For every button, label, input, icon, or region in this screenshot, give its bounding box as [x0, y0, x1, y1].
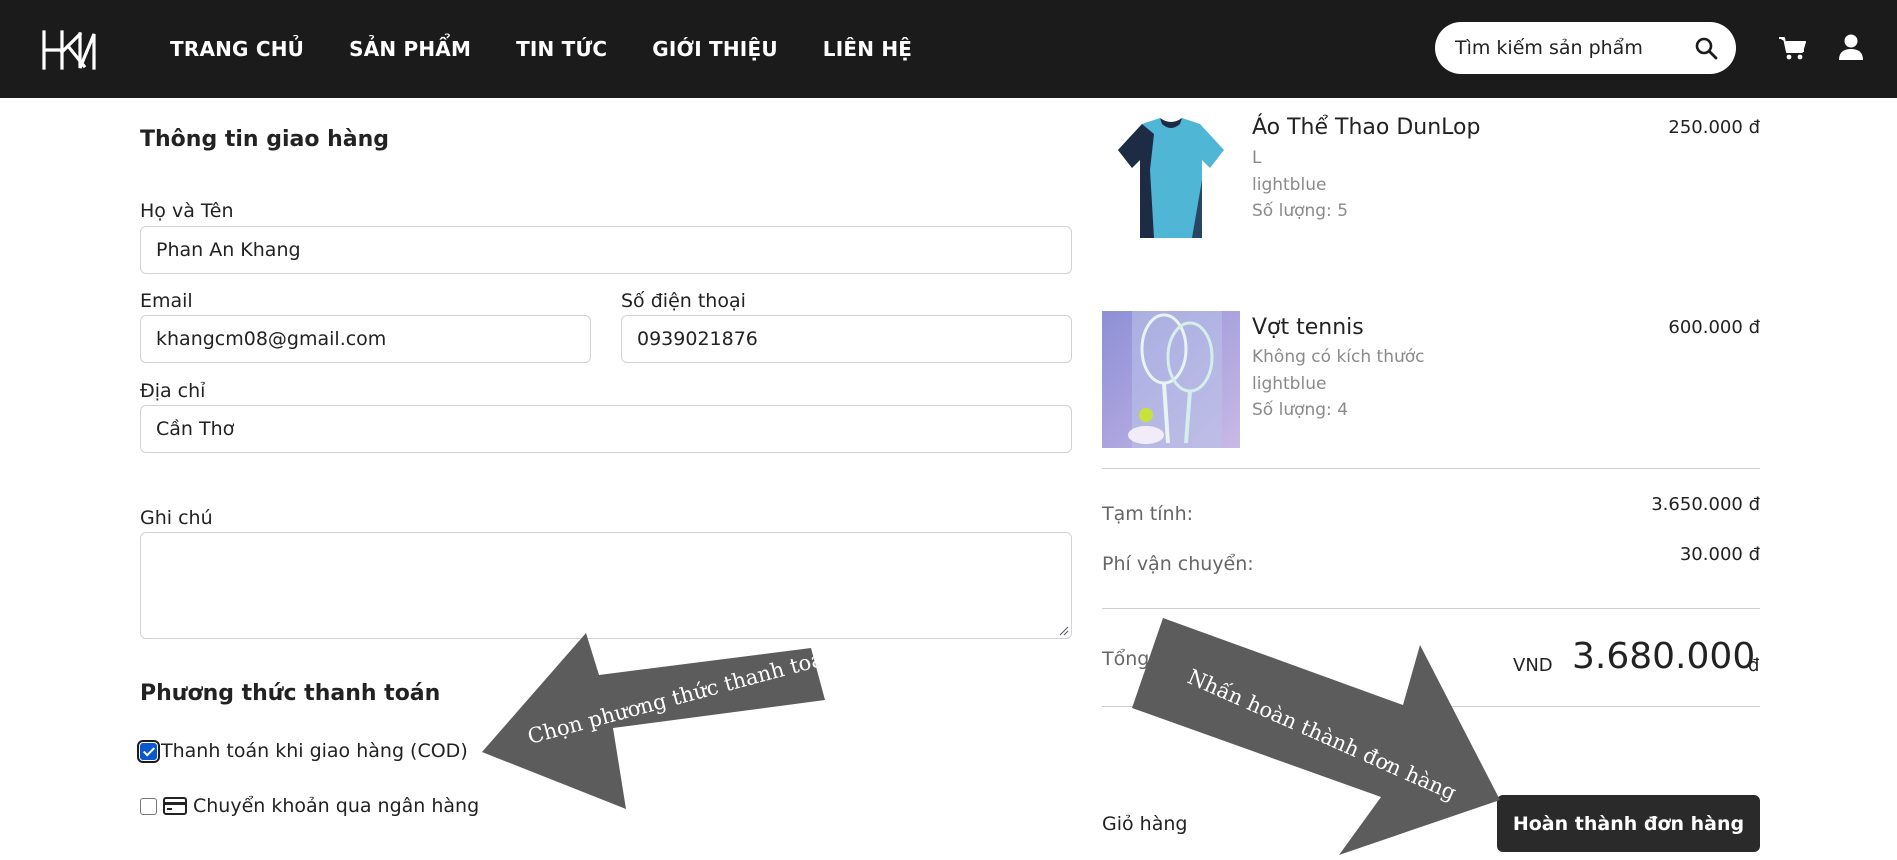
cod-checkbox[interactable] [137, 739, 160, 763]
note-label: Ghi chú [140, 507, 213, 529]
product-price: 600.000 đ [1668, 317, 1760, 338]
total-suffix: đ [1748, 655, 1760, 676]
shipping-title: Thông tin giao hàng [140, 127, 390, 152]
complete-order-button[interactable]: Hoàn thành đơn hàng [1497, 795, 1760, 852]
search-icon[interactable] [1694, 36, 1718, 60]
phone-input[interactable] [637, 328, 1056, 350]
shipping-fee-value: 30.000 đ [1679, 544, 1760, 565]
subtotal-label: Tạm tính: [1102, 503, 1194, 525]
product-price: 250.000 đ [1668, 117, 1760, 138]
divider [1102, 468, 1760, 469]
name-label: Họ và Tên [140, 200, 234, 222]
cod-label: Thanh toán khi giao hàng (COD) [161, 740, 468, 762]
nav-products[interactable]: SẢN PHẨM [349, 37, 471, 61]
resize-handle-icon[interactable] [1059, 626, 1069, 636]
payment-title: Phương thức thanh toán [140, 681, 441, 706]
credit-card-icon [163, 797, 187, 815]
shipping-fee-label: Phí vận chuyển: [1102, 553, 1254, 575]
address-input[interactable] [156, 418, 1056, 440]
cart-icon[interactable] [1778, 35, 1806, 61]
main-nav: TRANG CHỦ SẢN PHẨM TIN TỨC GIỚI THIỆU LI… [170, 0, 957, 98]
note-textarea[interactable] [140, 532, 1072, 639]
product-size: Không có kích thước [1252, 347, 1425, 367]
nav-about[interactable]: GIỚI THIỆU [652, 37, 777, 61]
total-value: 3.680.000 [1572, 636, 1756, 677]
product-size: L [1252, 148, 1262, 168]
name-input[interactable] [156, 239, 1056, 261]
email-input[interactable] [156, 328, 575, 350]
top-navbar: TRANG CHỦ SẢN PHẨM TIN TỨC GIỚI THIỆU LI… [0, 0, 1897, 98]
bank-checkbox[interactable] [140, 797, 157, 815]
email-label: Email [140, 290, 193, 312]
product-quantity: Số lượng: 5 [1252, 201, 1349, 221]
nav-news[interactable]: TIN TỨC [516, 37, 607, 61]
divider [1102, 706, 1760, 707]
search-bar [1435, 22, 1736, 74]
product-color: lightblue [1252, 175, 1327, 195]
left-arrow-annotation: Chọn phương thức thanh toán [482, 633, 839, 809]
search-input[interactable] [1455, 37, 1685, 59]
total-label: Tổng [1102, 648, 1150, 670]
product-name: Áo Thể Thao DunLop [1252, 115, 1481, 140]
product-image-racket [1102, 311, 1240, 448]
address-field[interactable] [140, 405, 1072, 453]
divider [1102, 608, 1760, 609]
payment-option-cod[interactable]: Thanh toán khi giao hàng (COD) [137, 739, 468, 763]
product-image-shirt [1118, 118, 1224, 238]
hkn-logo[interactable] [40, 30, 96, 70]
subtotal-value: 3.650.000 đ [1651, 494, 1760, 515]
payment-option-bank[interactable]: Chuyển khoản qua ngân hàng [140, 795, 479, 817]
email-field[interactable] [140, 315, 591, 363]
name-field[interactable] [140, 226, 1072, 274]
right-arrow-text: Nhấn hoàn thành đơn hàng [1184, 665, 1460, 805]
nav-home[interactable]: TRANG CHỦ [170, 37, 304, 61]
bank-label: Chuyển khoản qua ngân hàng [193, 795, 480, 817]
phone-field[interactable] [621, 315, 1072, 363]
phone-label: Số điện thoại [621, 290, 746, 312]
nav-contact[interactable]: LIÊN HỆ [823, 37, 912, 61]
product-quantity: Số lượng: 4 [1252, 400, 1349, 420]
product-color: lightblue [1252, 374, 1327, 394]
left-arrow-text: Chọn phương thức thanh toán [525, 643, 839, 749]
total-currency: VND [1513, 655, 1553, 676]
product-name: Vợt tennis [1252, 315, 1364, 340]
address-label: Địa chỉ [140, 380, 206, 402]
cart-link[interactable]: Giỏ hàng [1102, 813, 1187, 835]
user-icon[interactable] [1838, 33, 1864, 61]
